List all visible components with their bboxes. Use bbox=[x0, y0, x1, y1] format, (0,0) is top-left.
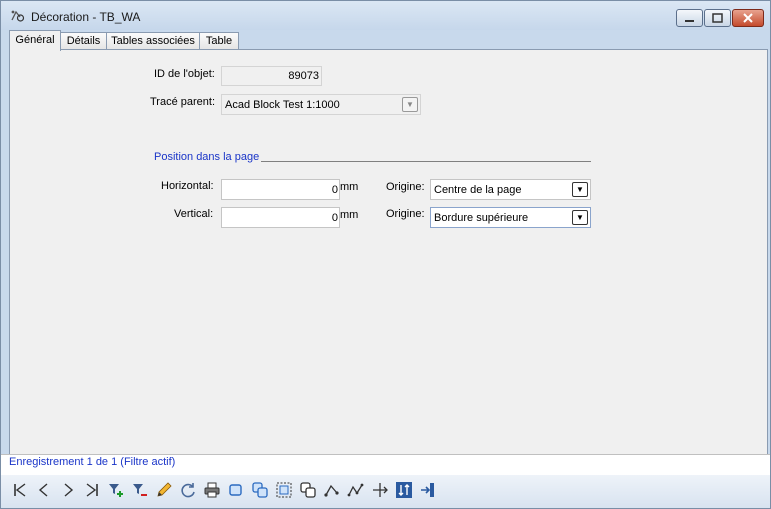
tab-details[interactable]: Détails bbox=[60, 32, 107, 50]
horizontal-unit: mm bbox=[340, 181, 359, 193]
app-icon bbox=[9, 8, 25, 24]
route-icon bbox=[324, 484, 339, 497]
navigation-toolbar bbox=[1, 475, 770, 508]
vertical-label: Vertical: bbox=[174, 208, 214, 220]
vertical-input[interactable]: 0 bbox=[221, 207, 340, 228]
chevron-down-icon: ▼ bbox=[402, 97, 418, 112]
remove-filter-icon bbox=[133, 484, 147, 496]
minimize-button[interactable] bbox=[676, 9, 703, 27]
next-record-icon bbox=[64, 483, 74, 497]
previous-record-button[interactable] bbox=[34, 479, 54, 501]
refresh-button[interactable] bbox=[178, 479, 198, 501]
general-panel: ID de l'objet: 89073 Tracé parent: Acad … bbox=[9, 49, 768, 456]
first-record-button[interactable] bbox=[10, 479, 30, 501]
route-multi-button[interactable] bbox=[346, 479, 366, 501]
last-record-icon bbox=[86, 483, 98, 497]
section-title: Position dans la page bbox=[154, 151, 260, 163]
select-frame-icon bbox=[276, 482, 292, 498]
remove-filter-button[interactable] bbox=[130, 479, 150, 501]
origin-horizontal-value: Centre de la page bbox=[434, 184, 522, 196]
object-id-value: 89073 bbox=[288, 70, 319, 82]
add-filter-icon bbox=[109, 484, 123, 497]
record-status: Enregistrement 1 de 1 (Filtre actif) bbox=[9, 456, 176, 468]
route-button[interactable] bbox=[322, 479, 342, 501]
copy-icon bbox=[300, 482, 316, 498]
horizontal-input[interactable]: 0 bbox=[221, 179, 340, 200]
move-button[interactable] bbox=[370, 479, 390, 501]
horizontal-value: 0 bbox=[331, 184, 338, 196]
select-object-button[interactable] bbox=[226, 479, 246, 501]
section-divider bbox=[261, 161, 591, 162]
route-multi-icon bbox=[347, 483, 364, 497]
parent-plot-select: Acad Block Test 1:1000 ▼ bbox=[221, 94, 421, 115]
tab-table[interactable]: Table bbox=[199, 32, 239, 50]
chevron-down-icon[interactable]: ▼ bbox=[572, 182, 588, 197]
window-title: Décoration - TB_WA bbox=[31, 10, 141, 24]
print-button[interactable] bbox=[202, 479, 222, 501]
parent-plot-label: Tracé parent: bbox=[150, 96, 216, 108]
add-filter-button[interactable] bbox=[106, 479, 126, 501]
copy-button[interactable] bbox=[298, 479, 318, 501]
tab-associated-tables[interactable]: Tables associées bbox=[106, 32, 200, 50]
next-record-button[interactable] bbox=[58, 479, 78, 501]
select-object-icon bbox=[229, 484, 242, 496]
horizontal-label: Horizontal: bbox=[161, 180, 214, 192]
exit-button[interactable] bbox=[418, 479, 438, 501]
origin-horizontal-label: Origine: bbox=[386, 181, 425, 193]
select-multiple-button[interactable] bbox=[250, 479, 270, 501]
tab-general[interactable]: Général bbox=[9, 30, 61, 51]
status-bar: Enregistrement 1 de 1 (Filtre actif) bbox=[1, 454, 770, 476]
chevron-down-icon[interactable]: ▼ bbox=[572, 210, 588, 225]
close-button[interactable] bbox=[732, 9, 764, 27]
origin-horizontal-select[interactable]: Centre de la page ▼ bbox=[430, 179, 591, 200]
maximize-button[interactable] bbox=[704, 9, 731, 27]
refresh-icon bbox=[181, 483, 195, 498]
edit-pencil-icon bbox=[157, 482, 172, 497]
move-icon bbox=[373, 483, 388, 497]
sort-icon bbox=[396, 482, 412, 498]
edit-button[interactable] bbox=[154, 479, 174, 501]
object-id-label: ID de l'objet: bbox=[154, 68, 215, 80]
close-icon bbox=[743, 13, 753, 23]
maximize-icon bbox=[712, 13, 723, 23]
previous-record-icon bbox=[38, 483, 48, 497]
origin-vertical-value: Bordure supérieure bbox=[434, 212, 529, 224]
parent-plot-value: Acad Block Test 1:1000 bbox=[225, 99, 340, 111]
first-record-icon bbox=[14, 483, 26, 497]
sort-button[interactable] bbox=[394, 479, 414, 501]
origin-vertical-label: Origine: bbox=[386, 208, 425, 220]
select-multiple-icon bbox=[252, 482, 268, 498]
last-record-button[interactable] bbox=[82, 479, 102, 501]
print-icon bbox=[204, 482, 220, 498]
select-frame-button[interactable] bbox=[274, 479, 294, 501]
application-window: Décoration - TB_WA Général Détails Table… bbox=[0, 0, 771, 509]
vertical-unit: mm bbox=[340, 209, 359, 221]
origin-vertical-select[interactable]: Bordure supérieure ▼ bbox=[430, 207, 591, 228]
minimize-icon bbox=[685, 20, 694, 22]
title-bar[interactable]: Décoration - TB_WA bbox=[1, 1, 770, 30]
vertical-value: 0 bbox=[331, 212, 338, 224]
object-id-field: 89073 bbox=[221, 66, 322, 86]
exit-icon bbox=[421, 483, 434, 497]
